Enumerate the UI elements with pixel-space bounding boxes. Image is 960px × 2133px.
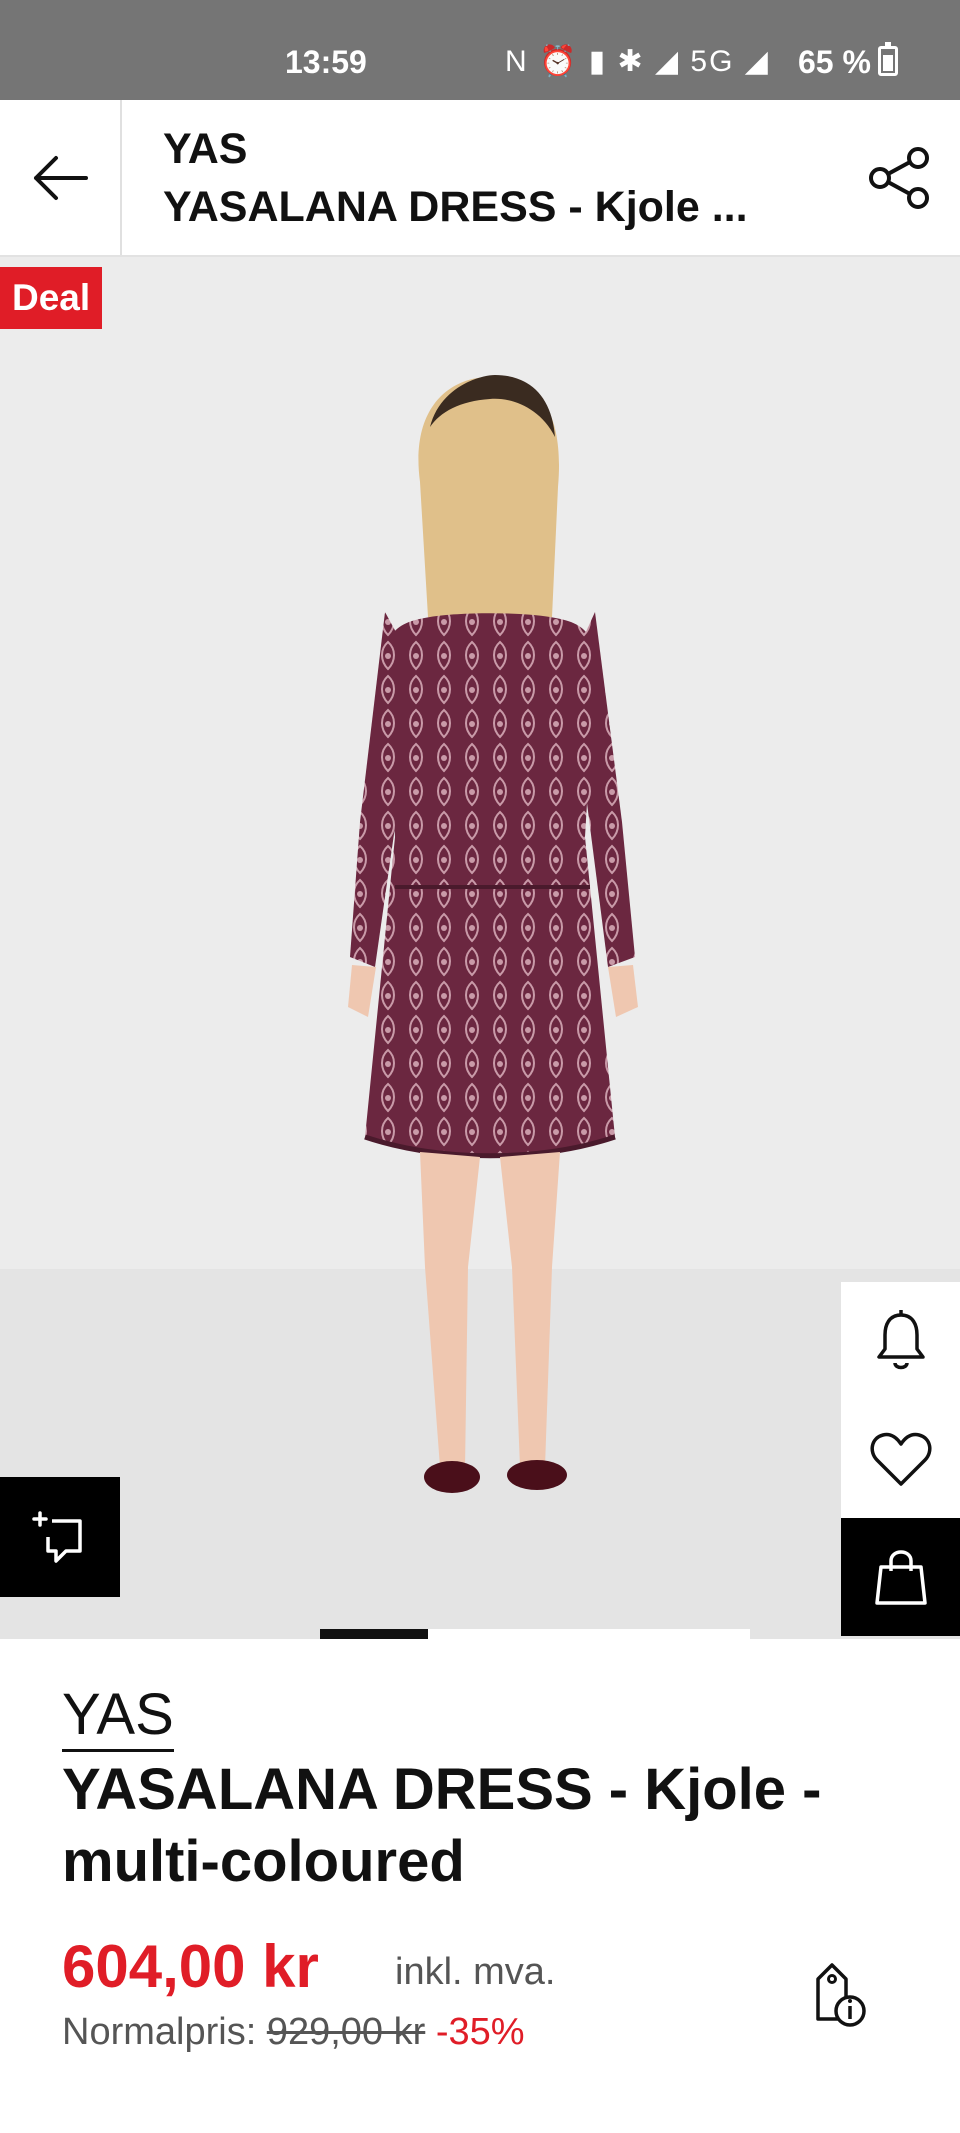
heart-icon xyxy=(869,1432,932,1486)
notify-button[interactable] xyxy=(841,1282,960,1400)
vat-note: inkl. mva. xyxy=(395,1951,556,1993)
gallery-pagination-active xyxy=(320,1629,428,1639)
normal-price: 929,00 kr xyxy=(266,2011,426,2053)
status-bar: 13:59 N ⏰ ▮ ✱ ◢ 5G ◢ 65 % xyxy=(0,0,960,100)
deal-badge: Deal xyxy=(0,267,103,329)
product-actions xyxy=(841,1282,960,1637)
header-title: YAS YASALANA DRESS - Kjole ... xyxy=(163,120,823,236)
battery-icon xyxy=(878,42,898,76)
current-price: 604,00 kr xyxy=(62,1933,319,2000)
back-button[interactable] xyxy=(0,100,122,255)
product-image-gallery[interactable]: Deal xyxy=(0,257,960,1639)
header-product-name: YASALANA DRESS - Kjole ... xyxy=(163,183,748,231)
gallery-pagination xyxy=(320,1629,750,1639)
compare-button[interactable] xyxy=(0,1477,120,1597)
normal-price-label: Normalpris: xyxy=(62,2011,257,2053)
status-time: 13:59 xyxy=(285,44,367,80)
share-icon[interactable] xyxy=(866,144,934,212)
price-info-icon[interactable] xyxy=(808,1959,868,2029)
status-icons: N ⏰ ▮ ✱ ◢ 5G ◢ xyxy=(505,45,770,78)
shopping-bag-icon xyxy=(874,1550,927,1605)
normal-price-row: Normalpris: 929,00 kr -35% xyxy=(62,2011,525,2054)
product-brand-link[interactable]: YAS xyxy=(62,1681,174,1752)
compare-icon xyxy=(32,1511,82,1563)
header-brand: YAS xyxy=(163,125,248,173)
bell-icon xyxy=(876,1310,925,1370)
battery-percent: 65 % xyxy=(798,44,871,80)
wishlist-button[interactable] xyxy=(841,1400,960,1518)
product-photo xyxy=(348,375,638,1493)
add-to-bag-button[interactable] xyxy=(841,1518,960,1636)
product-info: YAS YASALANA DRESS - Kjole - multi-colou… xyxy=(0,1639,960,2133)
top-app-bar: YAS YASALANA DRESS - Kjole ... xyxy=(0,100,960,257)
back-arrow-icon xyxy=(34,155,88,200)
discount-percent: -35% xyxy=(435,2011,525,2053)
product-name: YASALANA DRESS - Kjole - multi-coloured xyxy=(62,1757,822,1894)
